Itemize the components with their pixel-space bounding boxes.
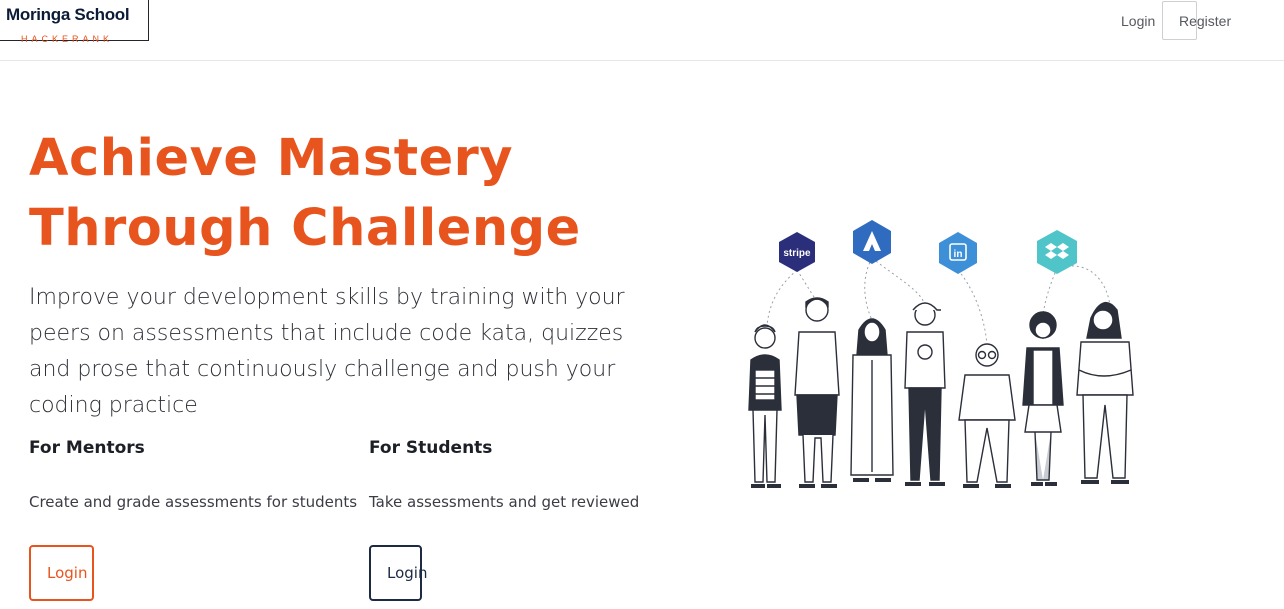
hero-title-line2: Through Challenge [29, 199, 581, 258]
logo-name: Moringa School [6, 5, 130, 24]
students-description: Take assessments and get reviewed [369, 493, 640, 511]
logo-tagline: HACKERANK [21, 34, 114, 44]
mentors-description: Create and grade assessments for student… [29, 493, 358, 511]
person-1 [748, 324, 782, 488]
person-4 [904, 302, 946, 486]
hero-title-line1: Achieve Mastery [29, 129, 514, 188]
svg-text:stripe: stripe [783, 248, 811, 259]
logo-divider [0, 40, 16, 41]
hero-subtitle: Improve your development skills by train… [29, 285, 625, 418]
nav-register-label[interactable]: Register [1179, 13, 1231, 29]
top-navbar: Moringa School HACKERANK Login Register [0, 0, 1284, 61]
svg-text:in: in [954, 249, 963, 260]
students-title: For Students [369, 438, 493, 458]
mentor-login-button[interactable]: Login [29, 545, 94, 601]
mentors-title: For Mentors [29, 438, 145, 458]
linkedin-logo-icon: in [939, 232, 977, 274]
stripe-logo-icon: stripe [779, 232, 815, 272]
dropbox-logo-icon [1037, 230, 1077, 274]
nav-login-link[interactable]: Login [1121, 13, 1155, 29]
atlassian-logo-icon [853, 220, 891, 264]
person-7 [1076, 301, 1134, 484]
person-3 [850, 318, 894, 482]
people-group [748, 297, 1134, 488]
person-2 [794, 297, 840, 488]
moringa-logo[interactable]: Moringa School HACKERANK [0, 0, 150, 44]
team-illustration: stripe in [748, 220, 1134, 488]
student-login-button[interactable]: Login [369, 545, 427, 601]
person-6 [1022, 311, 1064, 486]
hero-title: Achieve Mastery Through Challenge [29, 124, 669, 264]
mentor-login-label: Login [47, 564, 88, 582]
person-5 [958, 343, 1016, 488]
student-login-label: Login [387, 564, 428, 582]
